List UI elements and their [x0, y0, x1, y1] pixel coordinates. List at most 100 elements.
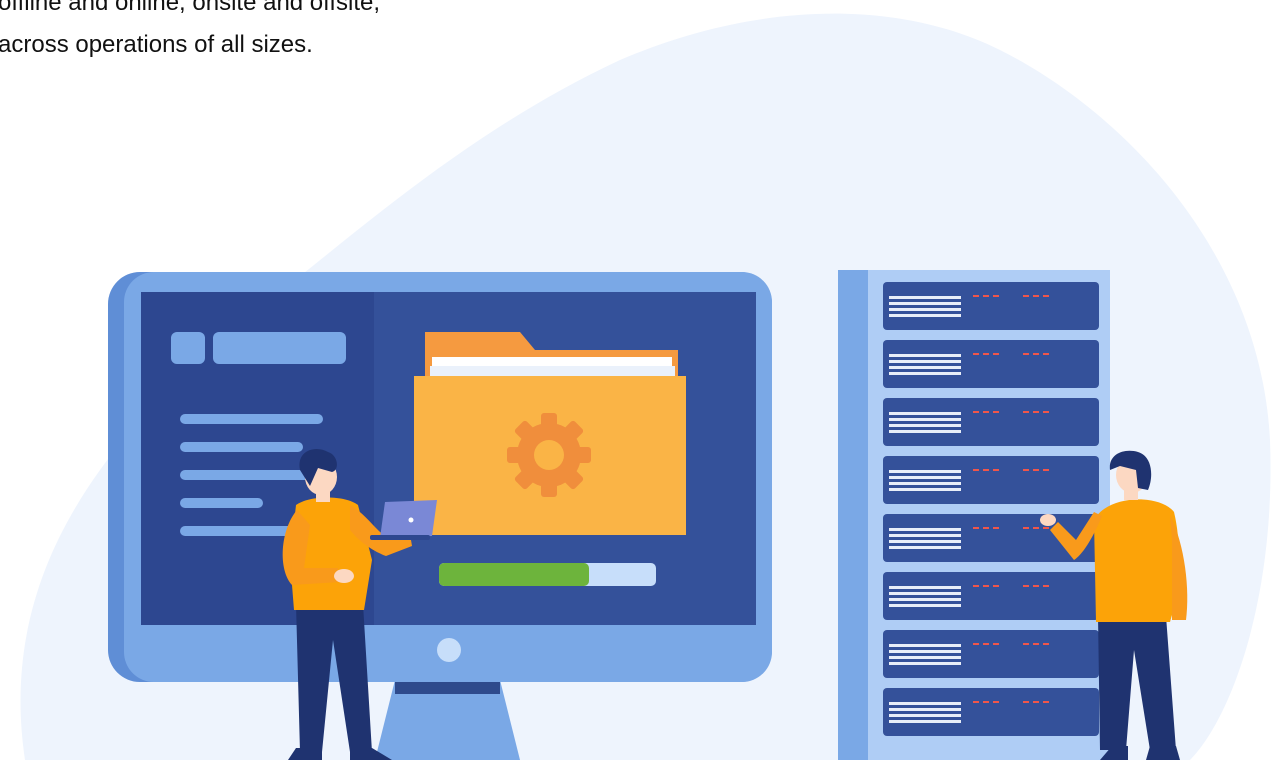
server-status-led	[1033, 701, 1039, 703]
server-status-led	[1033, 353, 1039, 355]
person-right-shirt	[1094, 499, 1179, 622]
server-status-led	[1023, 295, 1029, 297]
server-unit-body	[883, 398, 1099, 446]
server-vent	[889, 360, 961, 363]
server-unit	[883, 688, 1099, 736]
server-vent	[889, 418, 961, 421]
server-rack	[838, 270, 1110, 760]
server-status-led	[1043, 469, 1049, 471]
server-status-led	[973, 701, 979, 703]
server-vent	[889, 604, 961, 607]
server-status-led	[983, 469, 989, 471]
server-vent	[889, 430, 961, 433]
server-status-led	[993, 469, 999, 471]
server-status-led	[1023, 643, 1029, 645]
screen-sidebar-line-5	[180, 526, 303, 536]
server-unit-body	[883, 630, 1099, 678]
server-unit-body	[883, 688, 1099, 736]
server-status-led	[1043, 585, 1049, 587]
server-vent	[889, 708, 961, 711]
server-status-led	[1043, 643, 1049, 645]
server-vent	[889, 546, 961, 549]
server-vent	[889, 714, 961, 717]
server-unit	[883, 398, 1099, 446]
server-status-led	[983, 585, 989, 587]
server-vent	[889, 366, 961, 369]
server-status-led	[1043, 701, 1049, 703]
server-vent	[889, 656, 961, 659]
server-status-led	[1023, 585, 1029, 587]
server-status-led	[1023, 527, 1029, 529]
screen-sidebar-square	[171, 332, 205, 364]
server-unit-body	[883, 282, 1099, 330]
screen-sidebar-line-2	[180, 442, 303, 452]
server-status-led	[1033, 411, 1039, 413]
server-vent	[889, 586, 961, 589]
server-vent	[889, 412, 961, 415]
screen-sidebar-line-4	[180, 498, 263, 508]
server-status-led	[1023, 353, 1029, 355]
server-unit	[883, 572, 1099, 620]
server-status-led	[973, 643, 979, 645]
server-status-led	[983, 295, 989, 297]
server-vent	[889, 424, 961, 427]
monitor-neck	[395, 680, 500, 694]
server-status-led	[993, 527, 999, 529]
server-vent	[889, 598, 961, 601]
server-status-led	[1043, 353, 1049, 355]
server-unit	[883, 282, 1099, 330]
server-vent	[889, 482, 961, 485]
server-vent	[889, 534, 961, 537]
screen-sidebar-line-1	[180, 414, 323, 424]
server-unit	[883, 456, 1099, 504]
server-status-led	[973, 411, 979, 413]
server-vent	[889, 662, 961, 665]
server-status-led	[1043, 295, 1049, 297]
progress-bar	[439, 563, 656, 586]
monitor-power-button	[437, 638, 461, 662]
illustration	[20, 13, 1271, 760]
server-status-led	[993, 701, 999, 703]
server-vent	[889, 354, 961, 357]
server-vent	[889, 314, 961, 317]
server-status-led	[983, 701, 989, 703]
server-vent	[889, 592, 961, 595]
server-status-led	[993, 295, 999, 297]
person-left-hand-left	[334, 569, 354, 583]
server-status-led	[1033, 469, 1039, 471]
server-status-led	[983, 643, 989, 645]
server-status-led	[993, 353, 999, 355]
server-status-led	[1043, 411, 1049, 413]
server-vent	[889, 650, 961, 653]
progress-fill	[439, 563, 589, 586]
server-unit-body	[883, 456, 1099, 504]
server-vent	[889, 720, 961, 723]
server-vent	[889, 296, 961, 299]
server-status-led	[1023, 469, 1029, 471]
server-vent	[889, 476, 961, 479]
server-status-led	[1043, 527, 1049, 529]
server-vent	[889, 308, 961, 311]
server-status-led	[973, 469, 979, 471]
server-vent	[889, 528, 961, 531]
server-status-led	[983, 353, 989, 355]
server-status-led	[1023, 411, 1029, 413]
server-status-led	[993, 585, 999, 587]
server-status-led	[1033, 585, 1039, 587]
server-status-led	[983, 411, 989, 413]
server-status-led	[1033, 643, 1039, 645]
server-status-led	[983, 527, 989, 529]
server-status-led	[1023, 701, 1029, 703]
person-right-hand	[1040, 514, 1056, 526]
server-unit	[883, 630, 1099, 678]
server-status-led	[1033, 527, 1039, 529]
server-status-led	[973, 295, 979, 297]
server-status-led	[1033, 295, 1039, 297]
server-status-led	[993, 643, 999, 645]
server-vent	[889, 470, 961, 473]
screen-sidebar-bar	[213, 332, 346, 364]
server-unit-body	[883, 340, 1099, 388]
server-status-led	[973, 353, 979, 355]
server-vent	[889, 540, 961, 543]
server-status-led	[973, 527, 979, 529]
